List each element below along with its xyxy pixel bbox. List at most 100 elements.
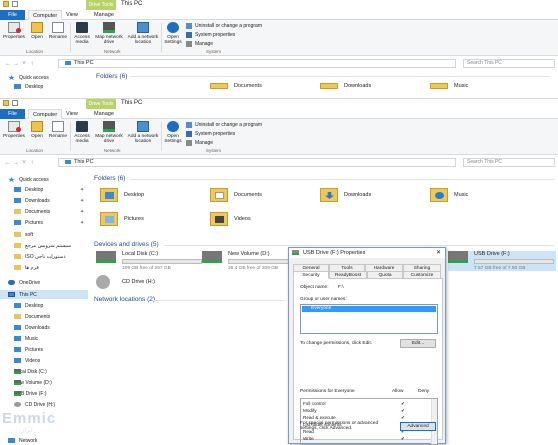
nav-pc-music[interactable]: Music [14,334,38,343]
tab-manage[interactable]: Manage [90,109,118,119]
permission-row: Write ✔ [303,436,405,441]
list-item[interactable]: Everyone [302,306,436,312]
system-properties-button[interactable]: System properties [186,32,235,38]
tab-manage[interactable]: Manage [90,10,118,20]
search-input[interactable]: Search This PC [463,59,555,68]
pin-icon[interactable]: ✦ [80,198,84,204]
nav-local-disk-c[interactable]: Local Disk (C:) [14,367,47,376]
folder-item[interactable]: Documents [210,83,262,89]
tab-computer[interactable]: Computer [28,10,63,20]
nav-onedrive[interactable]: OneDrive [8,278,40,287]
back-arrow-icon[interactable]: ← [4,61,12,67]
nav-quick-access[interactable]: Quick access [8,73,49,82]
drive-tools-tab[interactable]: Drive Tools [86,99,116,109]
system-properties-button[interactable]: System properties [186,131,235,137]
checkbox-icon[interactable] [12,100,18,106]
pin-icon[interactable]: ✦ [80,187,84,193]
open-button[interactable]: Open [28,22,46,40]
section-devices[interactable]: Devices and drives (5) [94,241,159,248]
uninstall-button[interactable]: Uninstall or change a program [186,122,262,128]
address-path[interactable]: This PC [58,158,456,167]
folder-icon[interactable] [3,1,9,7]
tab-file[interactable]: File [0,10,25,20]
properties-button[interactable]: Properties [3,22,25,40]
rename-button[interactable]: Rename [48,22,68,40]
drive-item-selected[interactable]: USB Drive (F:) 7.57 GB free of 7.60 GB [448,251,556,271]
folder-item[interactable]: Videos [210,212,251,226]
tab-security[interactable]: Security [293,271,329,279]
open-settings-button[interactable]: Open Settings [162,121,184,144]
map-network-drive-button[interactable]: Map network drive [93,121,125,144]
nav-quick-access[interactable]: Quick access [8,175,49,184]
folder-item[interactable]: Desktop [100,188,144,202]
nav-desktop[interactable]: Desktop [14,82,43,91]
folder-item[interactable]: Downloads [320,188,371,202]
drive-item[interactable]: CD Drive (H:) [96,275,206,291]
manage-button[interactable]: Manage [186,41,213,47]
access-media-button[interactable]: Access media [72,22,92,45]
tab-file[interactable]: File [0,109,25,119]
nav-usb-drive-f[interactable]: USB Drive (F:) [14,389,47,398]
drive-item[interactable]: Local Disk (C:) 109 GB free of 257 GB [96,251,206,271]
add-network-location-button[interactable]: Add a network location [126,22,160,45]
tab-computer[interactable]: Computer [28,109,63,119]
advanced-button[interactable]: Advanced [400,422,436,431]
nav-folder-fa-1[interactable]: سیستم سرویس مرجع [14,241,71,250]
recent-chevron-icon[interactable]: ˅ [20,61,28,67]
folder-item[interactable]: Downloads [320,83,371,89]
nav-soft[interactable]: soft [14,230,33,239]
section-network[interactable]: Network locations (2) [94,296,155,303]
map-network-drive-button[interactable]: Map network drive [93,22,125,45]
open-button[interactable]: Open [28,121,46,139]
system-icon [186,131,192,137]
search-input[interactable]: Search This PC [463,158,555,167]
nav-folder-fa-3[interactable]: فرم ها [14,263,39,272]
nav-cd-drive-h[interactable]: CD Drive (H:) [14,400,55,409]
nav-folder-fa-2[interactable]: ISO دستورات ناجی [14,252,66,261]
folder-item[interactable]: Pictures [100,212,144,226]
users-list[interactable]: Everyone [300,304,438,334]
up-arrow-icon[interactable]: ↑ [28,61,36,67]
star-icon [8,177,15,182]
nav-pc-documents[interactable]: Documents [14,312,50,321]
recent-chevron-icon[interactable]: ˅ [20,160,28,166]
nav-pc-downloads[interactable]: Downloads [14,323,50,332]
rename-button[interactable]: Rename [48,121,68,139]
section-folders[interactable]: Folders (6) [94,175,125,182]
tab-view[interactable]: View [62,10,82,20]
desktop-folder-icon [100,188,118,202]
close-icon[interactable]: ✕ [436,248,441,258]
nav-downloads[interactable]: Downloads [14,196,50,205]
pin-icon[interactable]: ✦ [80,220,84,226]
folder-icon[interactable] [3,100,9,106]
nav-pc-desktop[interactable]: Desktop [14,301,43,310]
access-media-button[interactable]: Access media [72,121,92,144]
properties-button[interactable]: Properties [3,121,25,139]
address-path[interactable]: This PC [58,59,456,68]
open-icon [31,22,43,33]
up-arrow-icon[interactable]: ↑ [28,160,36,166]
nav-desktop[interactable]: Desktop [14,185,43,194]
folder-item[interactable]: Music [430,188,468,202]
drive-tools-tab[interactable]: Drive Tools [86,0,116,10]
forward-arrow-icon[interactable]: → [12,61,20,67]
section-folders[interactable]: Folders (6) [96,73,127,80]
nav-pc-videos[interactable]: Videos [14,356,40,365]
nav-pictures[interactable]: Pictures [14,218,43,227]
folder-item[interactable]: Documents [210,188,262,202]
checkbox-icon[interactable] [12,1,18,7]
back-arrow-icon[interactable]: ← [4,160,12,166]
manage-button[interactable]: Manage [186,140,213,146]
nav-documents[interactable]: Documents [14,207,50,216]
nav-pc-pictures[interactable]: Pictures [14,345,43,354]
nav-new-volume-d[interactable]: New Volume (D:) [14,378,52,387]
tab-view[interactable]: View [62,109,82,119]
folder-item[interactable]: Music [430,83,468,89]
forward-arrow-icon[interactable]: → [12,160,20,166]
add-network-location-button[interactable]: Add a network location [126,121,160,144]
uninstall-button[interactable]: Uninstall or change a program [186,23,262,29]
nav-this-pc[interactable]: This PC [8,290,37,299]
pin-icon[interactable]: ✦ [80,209,84,215]
edit-button[interactable]: Edit... [400,339,436,348]
open-settings-button[interactable]: Open Settings [162,22,184,45]
